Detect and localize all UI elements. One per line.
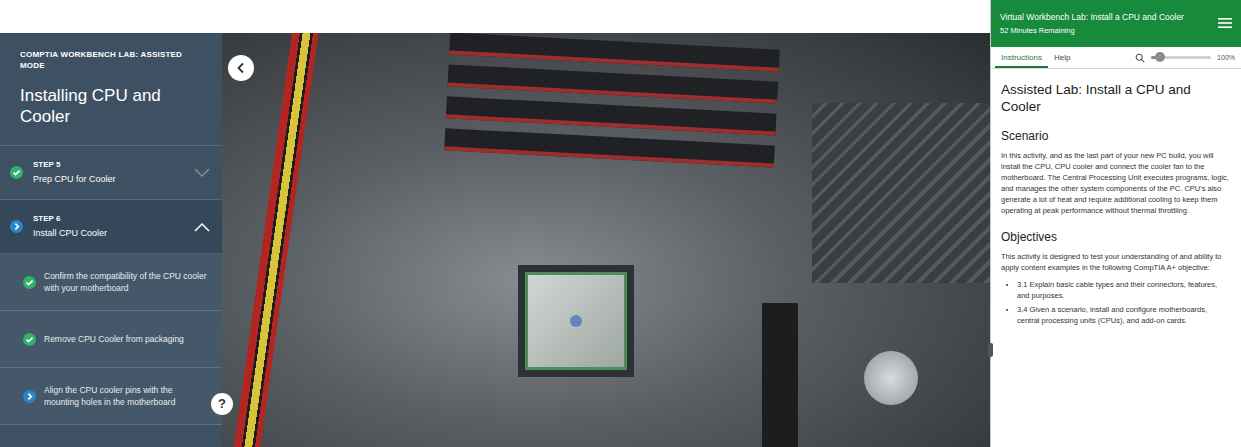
cpu[interactable]: [518, 265, 634, 377]
arrow-right-icon: [10, 220, 23, 233]
timer: 52 Minutes Remaining: [1000, 25, 1211, 36]
zoom-control: 100%: [1135, 47, 1235, 68]
cmos-battery: [864, 351, 918, 405]
chevron-down-icon[interactable]: [194, 168, 210, 178]
back-button[interactable]: [228, 55, 254, 81]
substep-text: Remove CPU Cooler from packaging: [44, 333, 208, 345]
paragraph: This activity is designed to test your u…: [1001, 251, 1229, 273]
workbench: COMPTIA WORKBENCH LAB: ASSISTED MODE Inst…: [0, 0, 990, 447]
step-sidebar: COMPTIA WORKBENCH LAB: ASSISTED MODE Inst…: [0, 33, 222, 447]
zoom-reading: 100%: [1217, 54, 1235, 61]
power-cables: [229, 33, 320, 447]
paragraph: In this activity, and as the last part o…: [1001, 150, 1229, 216]
step-number: STEP 6: [33, 213, 184, 225]
tab[interactable]: Help: [1048, 47, 1076, 68]
sidebar-header: COMPTIA WORKBENCH LAB: ASSISTED MODE Inst…: [0, 33, 222, 146]
substep-item[interactable]: Align the CPU cooler pins with the mount…: [0, 368, 222, 425]
resize-handle[interactable]: [988, 343, 993, 357]
substep-text: Confirm the compatibility of the CPU coo…: [44, 270, 208, 294]
help-button[interactable]: ?: [211, 393, 233, 415]
section-heading: Objectives: [1001, 230, 1229, 245]
3d-scene[interactable]: [222, 33, 990, 447]
step-item[interactable]: STEP 5 Prep CPU for Cooler: [0, 146, 222, 200]
panel-header: Virtual Workbench Lab: Install a CPU and…: [991, 0, 1241, 47]
arrow-right-icon: [23, 390, 36, 403]
step-item[interactable]: STEP 6 Install CPU Cooler: [0, 200, 222, 254]
instructions-panel: Virtual Workbench Lab: Install a CPU and…: [990, 0, 1241, 447]
substep-text: Align the CPU cooler pins with the mount…: [44, 384, 208, 408]
chevron-left-icon: [235, 62, 247, 74]
slider-thumb[interactable]: [1155, 52, 1165, 62]
objective-item: 3.4 Given a scenario, install and config…: [1017, 304, 1229, 326]
step-number: STEP 5: [33, 159, 184, 171]
instructions-content: Assisted Lab: Install a CPU and Cooler Sc…: [991, 69, 1241, 447]
panel-title: Virtual Workbench Lab: Install a CPU and…: [1000, 11, 1211, 23]
hamburger-icon: [1218, 17, 1232, 29]
objective-item: 3.1 Explain basic cable types and their …: [1017, 279, 1229, 301]
vrm-heatsink: [812, 103, 990, 283]
chevron-up-icon[interactable]: [194, 222, 210, 232]
instruction-section: Objectives This activity is designed to t…: [1001, 230, 1229, 326]
zoom-slider[interactable]: [1151, 56, 1211, 59]
step-title: Prep CPU for Cooler: [33, 173, 184, 186]
substep-item[interactable]: Confirm the compatibility of the CPU coo…: [0, 254, 222, 311]
step-title: Install CPU Cooler: [33, 227, 184, 240]
lab-window: COMPTIA WORKBENCH LAB: ASSISTED MODE Inst…: [0, 0, 1241, 447]
ram-modules: [444, 33, 780, 168]
top-bar: [0, 0, 990, 33]
tab[interactable]: Instructions: [995, 47, 1048, 68]
instruction-section: Scenario In this activity, and as the las…: [1001, 129, 1229, 216]
substep-item[interactable]: Remove CPU Cooler from packaging: [0, 311, 222, 368]
lab-heading: Assisted Lab: Install a CPU and Cooler: [1001, 81, 1229, 115]
magnifier-icon: [1135, 53, 1145, 63]
lab-title: Installing CPU and Cooler: [20, 85, 185, 127]
stage: COMPTIA WORKBENCH LAB: ASSISTED MODE Inst…: [0, 33, 990, 447]
lab-mode-label: COMPTIA WORKBENCH LAB: ASSISTED MODE: [20, 49, 208, 71]
section-heading: Scenario: [1001, 129, 1229, 144]
pcie-slot: [762, 303, 798, 447]
check-icon: [23, 276, 36, 289]
objective-list: 3.1 Explain basic cable types and their …: [1001, 279, 1229, 326]
check-icon: [10, 166, 23, 179]
check-icon: [23, 333, 36, 346]
panel-tabs: InstructionsHelp 100%: [991, 47, 1241, 69]
menu-button[interactable]: [1217, 17, 1233, 31]
